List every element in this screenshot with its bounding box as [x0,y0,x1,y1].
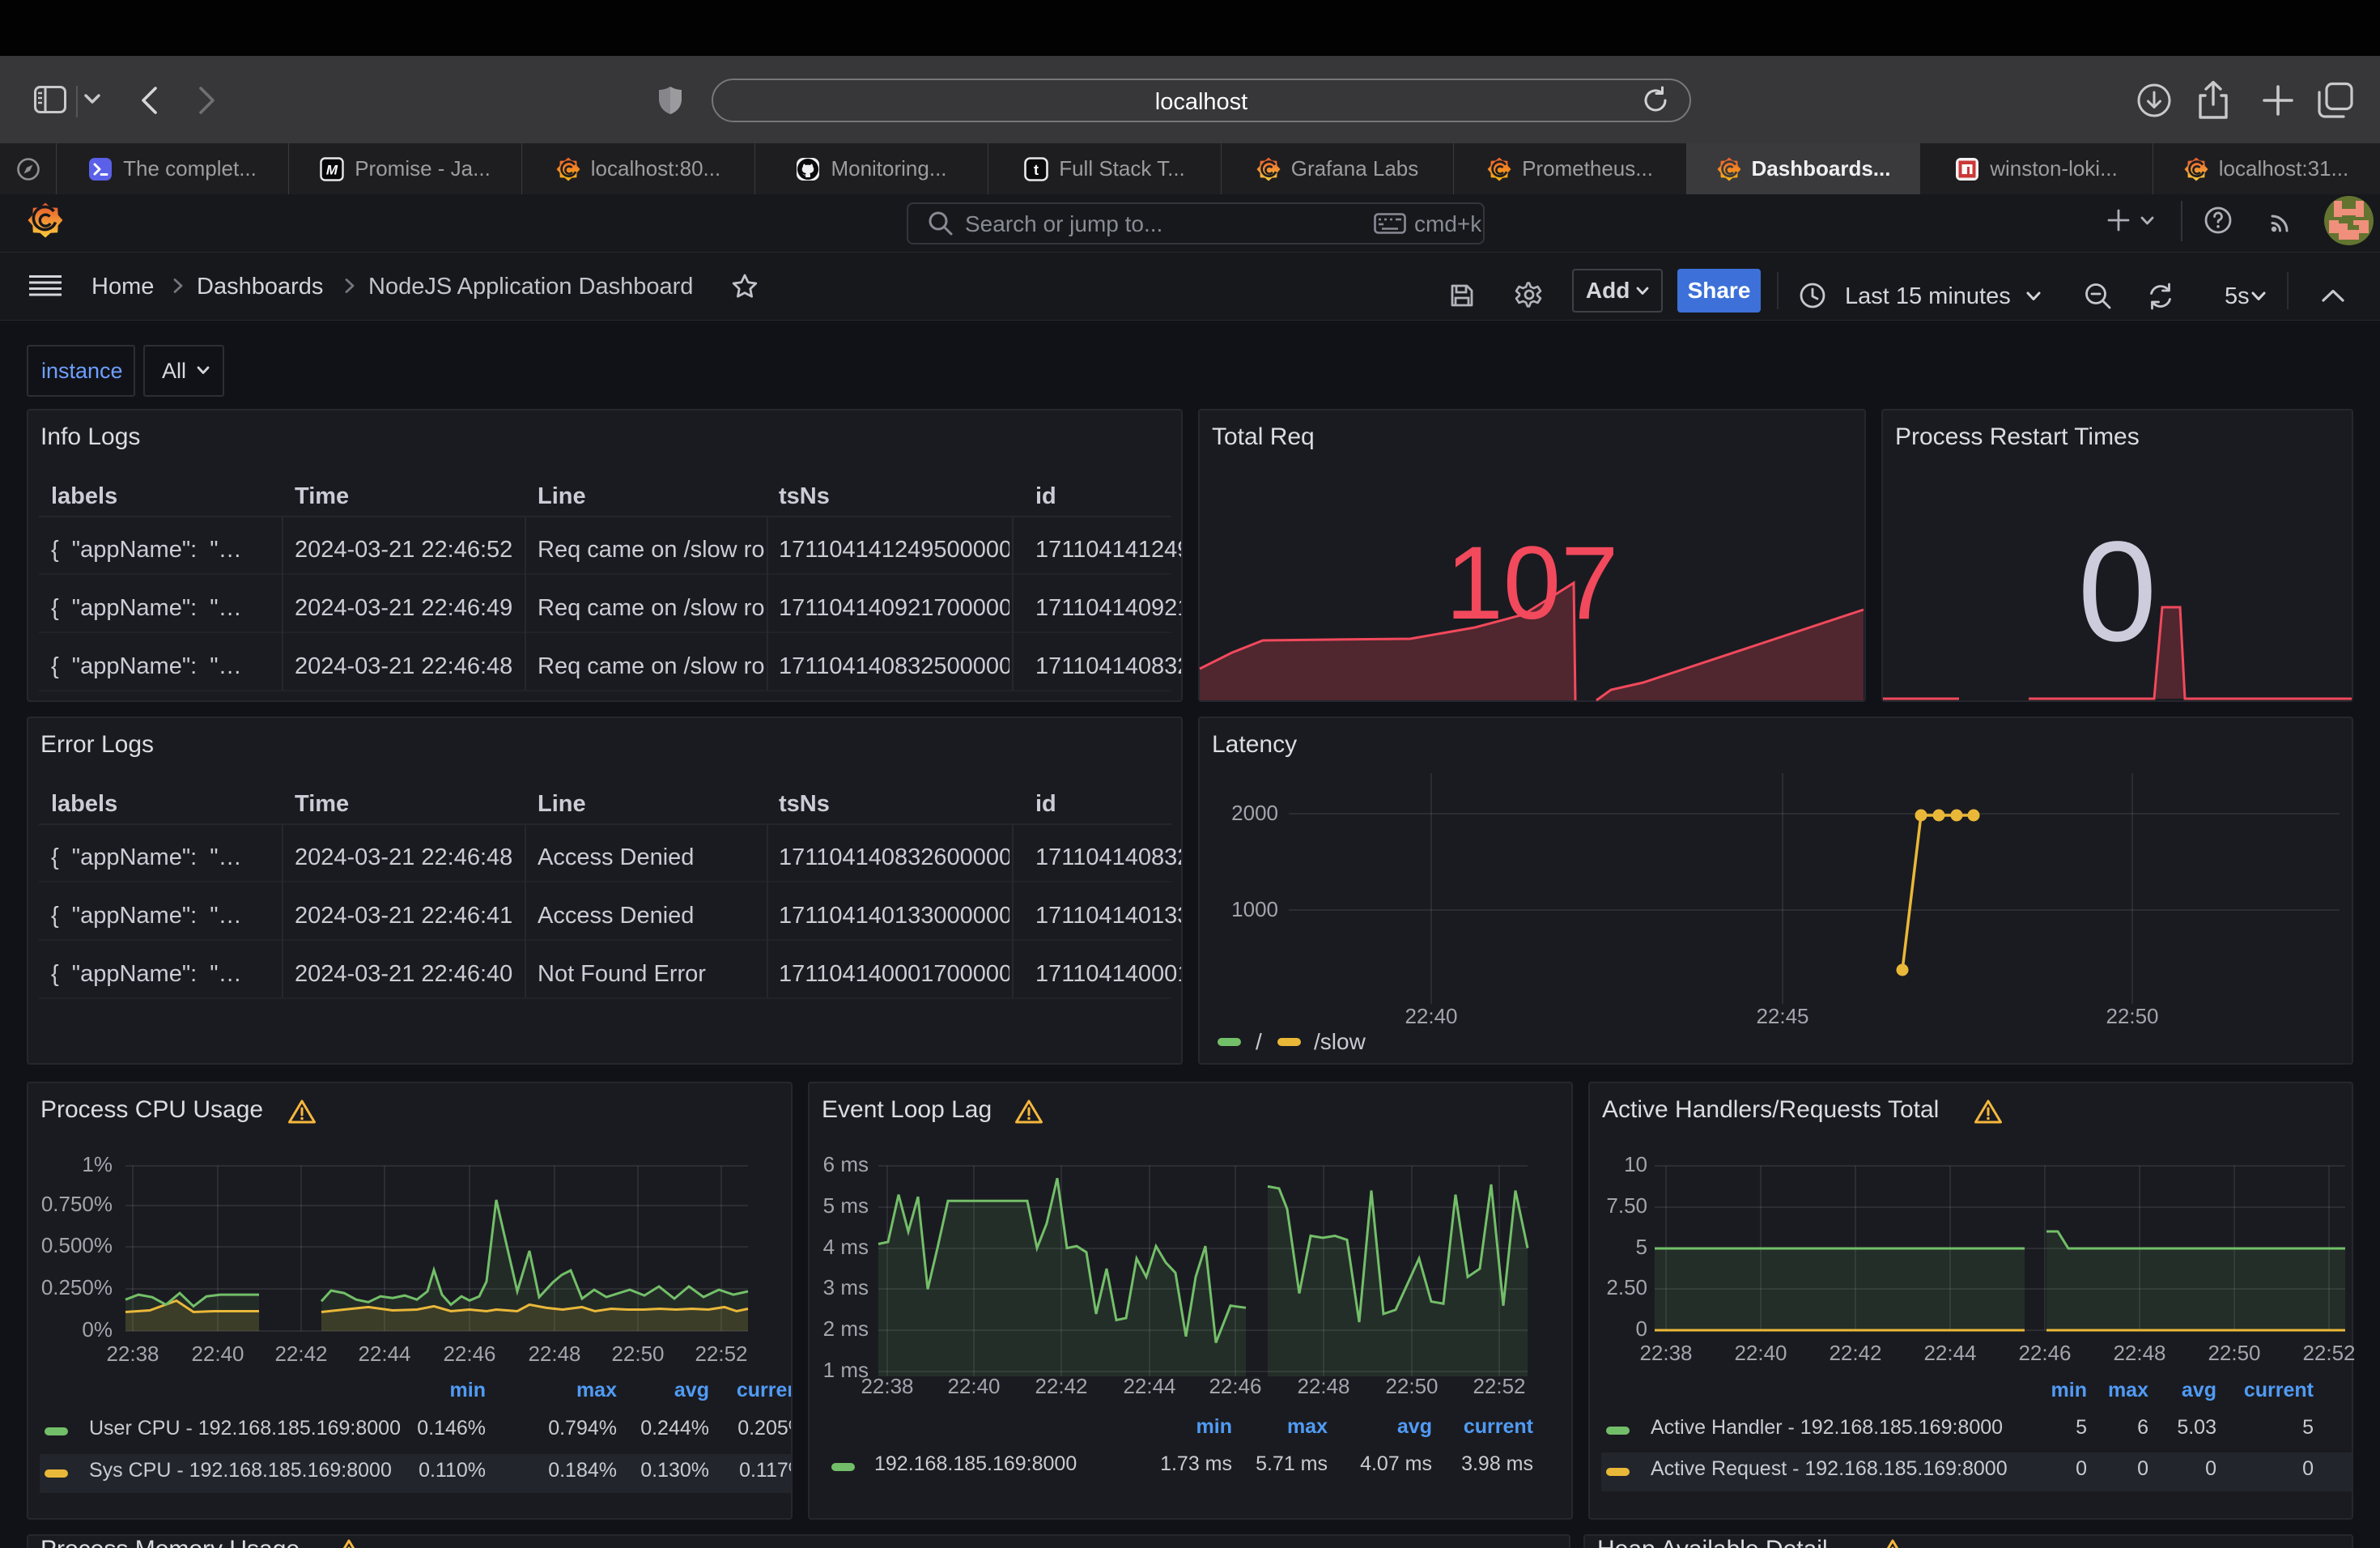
svg-text:t: t [1034,162,1039,178]
svg-text:M: M [326,162,338,177]
